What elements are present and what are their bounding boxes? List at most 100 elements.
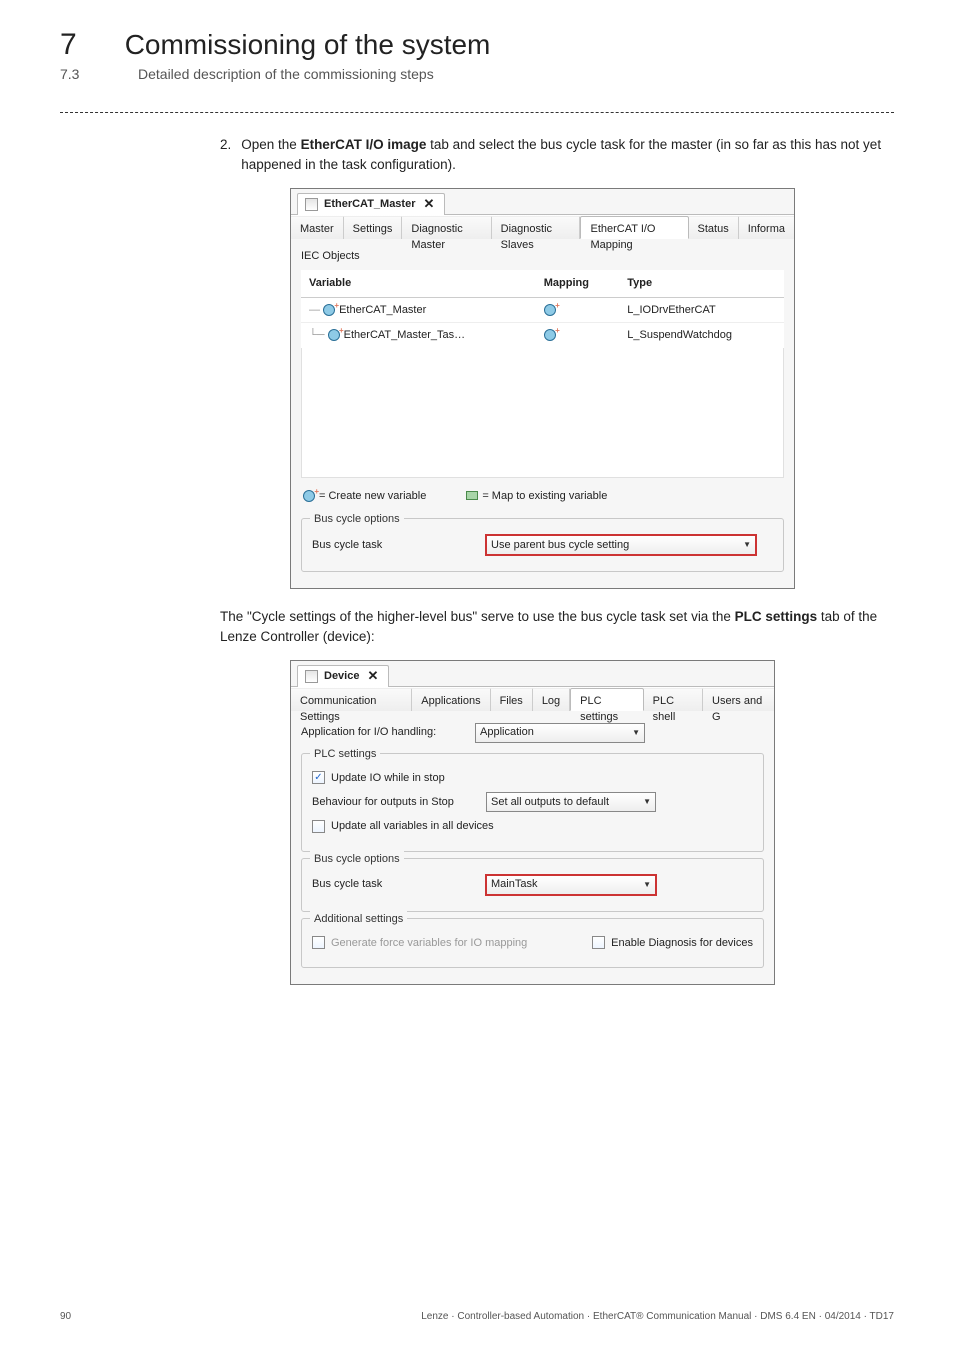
empty-table-area xyxy=(301,348,784,478)
chapter-title: Commissioning of the system xyxy=(125,29,491,61)
new-variable-icon xyxy=(544,329,556,341)
para-text: The "Cycle settings of the higher-level … xyxy=(220,609,735,624)
step-item: 2. Open the EtherCAT I/O image tab and s… xyxy=(220,135,894,176)
app-io-select[interactable]: Application ▼ xyxy=(475,723,645,743)
device-icon xyxy=(305,670,318,683)
tab-plc-shell[interactable]: PLC shell xyxy=(644,688,703,711)
footer-tag: Lenze · Controller-based Automation · Et… xyxy=(421,1311,894,1322)
bus-cycle-options-label: Bus cycle options xyxy=(310,851,404,868)
col-mapping[interactable]: Mapping xyxy=(536,270,620,297)
tab-diagnostic-slaves[interactable]: Diagnostic Slaves xyxy=(492,216,581,239)
col-type[interactable]: Type xyxy=(619,270,784,297)
variable-icon xyxy=(323,304,335,316)
plc-settings-body: Application for I/O handling: Applicatio… xyxy=(291,711,774,985)
window-tab-bar: EtherCAT_Master ✕ xyxy=(291,189,794,215)
close-icon[interactable]: ✕ xyxy=(367,666,378,686)
step-text-before: Open the xyxy=(241,137,300,152)
tab-settings[interactable]: Settings xyxy=(344,216,403,239)
iec-objects-table: Variable Mapping Type — EtherCAT_Master … xyxy=(301,270,784,348)
app-io-label: Application for I/O handling: xyxy=(301,724,461,741)
para-bold: PLC settings xyxy=(735,609,818,624)
step-number: 2. xyxy=(220,135,231,176)
inner-tab-bar: Master Settings Diagnostic Master Diagno… xyxy=(291,215,794,239)
enable-diagnosis-checkbox[interactable]: Enable Diagnosis for devices xyxy=(592,935,753,952)
behaviour-select[interactable]: Set all outputs to default ▼ xyxy=(486,792,656,812)
behaviour-value: Set all outputs to default xyxy=(491,794,609,811)
table-row[interactable]: └─ EtherCAT_Master_Tas… L_SuspendWatchdo… xyxy=(301,323,784,348)
cell-type: L_IODrvEtherCAT xyxy=(619,297,784,323)
update-all-vars-label: Update all variables in all devices xyxy=(331,818,494,835)
additional-settings-fieldset: Additional settings Generate force varia… xyxy=(301,918,764,969)
device-window: Device ✕ Communication Settings Applicat… xyxy=(290,660,775,986)
variable-icon xyxy=(328,329,340,341)
section-title: Detailed description of the commissionin… xyxy=(138,66,434,82)
step-bold: EtherCAT I/O image xyxy=(301,137,427,152)
mapping-body: IEC Objects Variable Mapping Type — Ethe… xyxy=(291,239,794,589)
window-tab-bar: Device ✕ xyxy=(291,661,774,687)
legend: = Create new variable = Map to existing … xyxy=(303,488,784,505)
close-icon[interactable]: ✕ xyxy=(424,194,435,214)
app-io-value: Application xyxy=(480,724,534,741)
new-variable-icon xyxy=(544,304,556,316)
tab-log[interactable]: Log xyxy=(533,688,570,711)
bus-cycle-task-select[interactable]: MainTask ▼ xyxy=(486,875,656,895)
tab-applications[interactable]: Applications xyxy=(412,688,490,711)
inner-tab-bar: Communication Settings Applications File… xyxy=(291,687,774,711)
bus-cycle-task-label: Bus cycle task xyxy=(312,876,472,893)
tab-files[interactable]: Files xyxy=(491,688,533,711)
section-number: 7.3 xyxy=(60,66,90,82)
force-vars-checkbox: Generate force variables for IO mapping xyxy=(312,935,527,952)
update-io-label: Update IO while in stop xyxy=(331,770,445,787)
window-tab-label: EtherCAT_Master xyxy=(324,196,416,213)
tab-ethercat-io-mapping[interactable]: EtherCAT I/O Mapping xyxy=(580,216,688,239)
update-all-vars-checkbox[interactable]: Update all variables in all devices xyxy=(312,818,494,835)
cell-variable: EtherCAT_Master xyxy=(339,304,426,316)
additional-settings-label: Additional settings xyxy=(310,911,407,928)
window-tab-ethercat[interactable]: EtherCAT_Master ✕ xyxy=(297,193,445,215)
chevron-down-icon: ▼ xyxy=(632,727,640,739)
bus-cycle-task-value: Use parent bus cycle setting xyxy=(491,537,629,554)
new-variable-icon xyxy=(303,490,315,502)
page-number: 90 xyxy=(60,1311,71,1322)
paragraph: The "Cycle settings of the higher-level … xyxy=(220,607,894,648)
checkbox-icon xyxy=(312,936,325,949)
cell-type: L_SuspendWatchdog xyxy=(619,323,784,348)
bus-cycle-task-label: Bus cycle task xyxy=(312,537,472,554)
tab-comm-settings[interactable]: Communication Settings xyxy=(291,688,412,711)
step-text: Open the EtherCAT I/O image tab and sele… xyxy=(241,135,894,176)
window-tab-device[interactable]: Device ✕ xyxy=(297,665,389,687)
tab-plc-settings[interactable]: PLC settings xyxy=(570,688,644,711)
behaviour-label: Behaviour for outputs in Stop xyxy=(312,794,472,811)
tab-status[interactable]: Status xyxy=(689,216,739,239)
bus-cycle-task-value: MainTask xyxy=(491,876,537,893)
page-footer: 90 Lenze · Controller-based Automation ·… xyxy=(60,1311,894,1322)
bus-cycle-options-fieldset: Bus cycle options Bus cycle task Use par… xyxy=(301,518,784,572)
table-row[interactable]: — EtherCAT_Master L_IODrvEtherCAT xyxy=(301,297,784,323)
checkbox-icon xyxy=(592,936,605,949)
plc-settings-fieldset: PLC settings Update IO while in stop Beh… xyxy=(301,753,764,852)
col-variable[interactable]: Variable xyxy=(301,270,536,297)
page-header: 7 Commissioning of the system 7.3 Detail… xyxy=(0,0,954,82)
bus-cycle-options-fieldset: Bus cycle options Bus cycle task MainTas… xyxy=(301,858,764,912)
tab-information[interactable]: Informa xyxy=(739,216,794,239)
legend-new-variable: = Create new variable xyxy=(319,490,426,502)
bus-cycle-task-select[interactable]: Use parent bus cycle setting ▼ xyxy=(486,535,756,555)
cell-variable: EtherCAT_Master_Tas… xyxy=(344,329,465,341)
chevron-down-icon: ▼ xyxy=(643,796,651,808)
checkbox-icon xyxy=(312,771,325,784)
legend-map-variable: = Map to existing variable xyxy=(482,490,607,502)
chevron-down-icon: ▼ xyxy=(643,879,651,891)
tab-diagnostic-master[interactable]: Diagnostic Master xyxy=(402,216,491,239)
tab-master[interactable]: Master xyxy=(291,216,344,239)
force-vars-label: Generate force variables for IO mapping xyxy=(331,935,527,952)
map-variable-icon xyxy=(466,491,478,500)
update-io-checkbox[interactable]: Update IO while in stop xyxy=(312,770,445,787)
checkbox-icon xyxy=(312,820,325,833)
window-tab-label: Device xyxy=(324,668,359,685)
chevron-down-icon: ▼ xyxy=(743,539,751,551)
enable-diagnosis-label: Enable Diagnosis for devices xyxy=(611,935,753,952)
ethercat-master-window: EtherCAT_Master ✕ Master Settings Diagno… xyxy=(290,188,795,590)
tab-users[interactable]: Users and G xyxy=(703,688,774,711)
chapter-number: 7 xyxy=(60,28,77,62)
bus-cycle-options-label: Bus cycle options xyxy=(310,511,404,528)
